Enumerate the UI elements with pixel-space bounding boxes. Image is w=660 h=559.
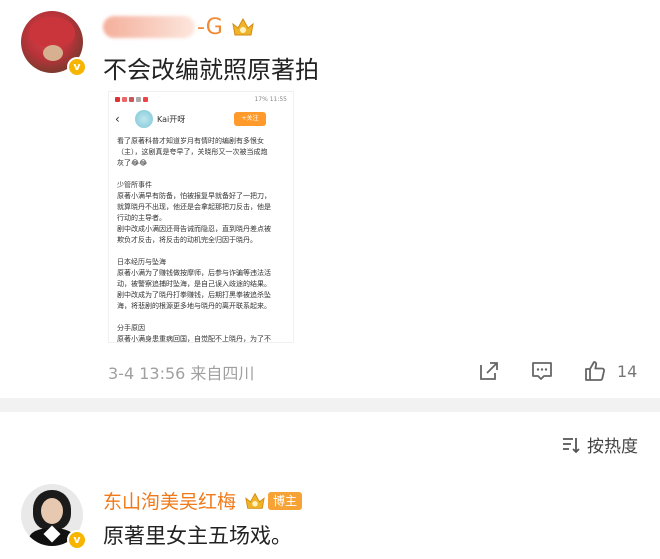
like-count: 14 <box>617 361 638 381</box>
weibo-post: v -G 不会改编就照原著拍 17% 11:55 ‹ Kai开呀 +关注 看了原… <box>0 0 660 398</box>
author-name[interactable]: -G <box>103 12 255 42</box>
image-follow-button: +关注 <box>234 112 266 126</box>
image-line: 分手原因 <box>117 324 145 332</box>
author-name-suffix: -G <box>197 14 223 40</box>
image-line: 原著小满为了赚钱做按摩师，后参与诈骗等违法活 <box>117 269 271 277</box>
avatar-face <box>41 498 63 524</box>
status-notification-icons <box>115 96 148 102</box>
vip-crown-icon <box>244 491 266 511</box>
image-line: 动，被警察追捕时坠海，是自己误入歧途的结果。 <box>117 280 271 288</box>
like-button[interactable]: 14 <box>583 356 637 386</box>
image-line: 原著小满身患重病回国，自觉配不上晓丹，为了不 <box>117 335 271 343</box>
section-divider <box>0 398 660 412</box>
verified-icon: v <box>67 57 87 77</box>
image-line: 行动的主导者。 <box>117 214 166 222</box>
comment-button[interactable] <box>530 356 554 386</box>
image-account-avatar <box>135 110 153 128</box>
verified-icon: v <box>67 530 87 550</box>
vip-crown-icon <box>231 16 255 38</box>
image-top-bar: ‹ Kai开呀 +关注 <box>109 106 293 132</box>
post-image[interactable]: 17% 11:55 ‹ Kai开呀 +关注 看了原著科普才知道岁月有情时的编剧有… <box>108 91 294 343</box>
image-line: 少管所事件 <box>117 181 152 189</box>
avatar-hat <box>29 17 75 47</box>
image-line: 原著小满早有防备，怕被报复早就备好了一把刀， <box>117 192 271 200</box>
sort-label: 按热度 <box>587 437 638 457</box>
image-body-text: 看了原著科普才知道岁月有情时的编剧有多恨女 （主），这剧真是夸早了，关晓彤又一次… <box>109 132 293 343</box>
commenter-name[interactable]: 东山洵美吴红梅 <box>103 487 236 514</box>
image-line: 就算晓丹不出现，他还是会拿起那把刀反击，他是 <box>117 203 271 211</box>
sort-icon <box>563 437 580 453</box>
image-line: （主），这剧真是夸早了，关晓彤又一次被当成炮 <box>117 148 268 156</box>
avatar-face <box>43 45 63 61</box>
status-right: 17% 11:55 <box>254 96 287 103</box>
post-meta: 3-4 13:56 来自四川 <box>108 364 255 383</box>
image-account-name: Kai开呀 <box>157 114 186 124</box>
comment-text: 原著里女主五场戏。 <box>103 524 292 548</box>
blogger-badge: 博主 <box>268 491 303 510</box>
status-time: 11:55 <box>269 95 287 103</box>
status-battery: 17% <box>254 95 268 103</box>
image-line: 欺负才反击，将反击的动机完全归因于晓丹。 <box>117 236 257 244</box>
thumbs-up-icon <box>585 361 605 381</box>
image-line: 海，将悲剧的根源更多地与晓丹的离开联系起来。 <box>117 302 271 310</box>
blurred-username <box>103 16 195 38</box>
image-line: 剧中改成小满因还哥告诫而隐忍，直到晓丹差点被 <box>117 225 271 233</box>
share-button[interactable] <box>477 356 501 386</box>
image-line: 灰了😂😂 <box>117 159 148 167</box>
back-arrow-icon: ‹ <box>115 112 120 126</box>
image-line: 日本经历与坠海 <box>117 258 166 266</box>
share-icon <box>480 362 498 380</box>
commenter-name-row: 东山洵美吴红梅 博主 <box>103 487 303 514</box>
comment-icon <box>532 362 552 380</box>
post-text: 不会改编就照原著拍 <box>103 56 319 84</box>
image-line: 看了原著科普才知道岁月有情时的编剧有多恨女 <box>117 137 264 145</box>
image-status-bar: 17% 11:55 <box>109 92 293 106</box>
image-line: 剧中改成为了晓丹打拳赚钱，后期打黑拳被追杀坠 <box>117 291 271 299</box>
sort-by-hotness-button[interactable]: 按热度 <box>561 432 638 457</box>
